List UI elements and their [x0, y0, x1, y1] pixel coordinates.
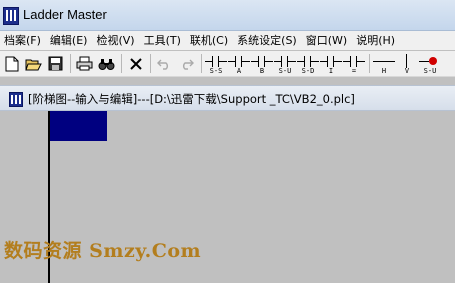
delete-icon[interactable]: [125, 53, 146, 74]
menu-view[interactable]: 检视(V): [92, 31, 139, 50]
menu-help[interactable]: 说明(H): [352, 31, 400, 50]
new-file-icon[interactable]: [1, 53, 22, 74]
horizontal-line-button[interactable]: H: [373, 53, 395, 75]
document-title: [阶梯图--输入与编辑]---[D:\迅雷下载\Support _TC\VB2_…: [28, 92, 355, 106]
ladder-button-label: S-U: [278, 66, 292, 75]
ladder-button-label: S-S: [209, 66, 223, 75]
ladder-button-label: B: [259, 66, 265, 75]
toolbar-separator: [201, 54, 202, 73]
save-icon[interactable]: [45, 53, 66, 74]
edit-cursor-cell[interactable]: [50, 111, 107, 141]
document-titlebar[interactable]: [阶梯图--输入与编辑]---[D:\迅雷下载\Support _TC\VB2_…: [0, 85, 455, 111]
ladder-button-label: I: [328, 66, 334, 75]
redo-icon[interactable]: [176, 53, 197, 74]
window-titlebar[interactable]: Ladder Master: [0, 0, 455, 31]
menu-file[interactable]: 档案(F): [0, 31, 46, 50]
ladder-document-icon: [9, 92, 23, 107]
find-icon[interactable]: [96, 53, 117, 74]
menu-bar: 档案(F) 编辑(E) 检视(V) 工具(T) 联机(C) 系统设定(S) 窗口…: [0, 31, 455, 50]
open-folder-icon[interactable]: [23, 53, 44, 74]
red-dot-icon: [429, 56, 437, 65]
ladder-button-label: =: [351, 66, 357, 75]
toolbar-separator: [70, 54, 71, 73]
toolbar-separator: [121, 54, 122, 73]
print-icon[interactable]: [74, 53, 95, 74]
contact-b-button[interactable]: B: [251, 53, 273, 75]
contact-ss-button[interactable]: S-S: [205, 53, 227, 75]
ladder-button-label: A: [236, 66, 242, 75]
menu-window[interactable]: 窗口(W): [302, 31, 352, 50]
contact-sd-button[interactable]: S-D: [297, 53, 319, 75]
ladder-button-label: S-D: [301, 66, 315, 75]
menu-edit[interactable]: 编辑(E): [46, 31, 93, 50]
toolbar-separator: [369, 54, 370, 73]
menu-settings[interactable]: 系统设定(S): [233, 31, 302, 50]
menu-connect[interactable]: 联机(C): [186, 31, 233, 50]
contact-i-button[interactable]: I: [320, 53, 342, 75]
output-su-button[interactable]: S-U: [419, 53, 441, 75]
contact-a-button[interactable]: A: [228, 53, 250, 75]
watermark-text: 数码资源 Smzy.Com: [4, 240, 202, 262]
window-title: Ladder Master: [23, 7, 107, 22]
ladder-button-label: S-U: [423, 66, 437, 75]
vertical-line-button[interactable]: V: [396, 53, 418, 75]
menu-tools[interactable]: 工具(T): [140, 31, 186, 50]
contact-su-button[interactable]: S-U: [274, 53, 296, 75]
toolbar: S-S A B S-U S-D I = H V S-U: [0, 51, 455, 77]
app-icon: [3, 7, 19, 25]
ladder-button-label: H: [381, 66, 387, 75]
contact-eq-button[interactable]: =: [343, 53, 365, 75]
ladder-button-label: V: [404, 66, 410, 75]
toolbar-separator: [150, 54, 151, 73]
undo-icon[interactable]: [154, 53, 175, 74]
